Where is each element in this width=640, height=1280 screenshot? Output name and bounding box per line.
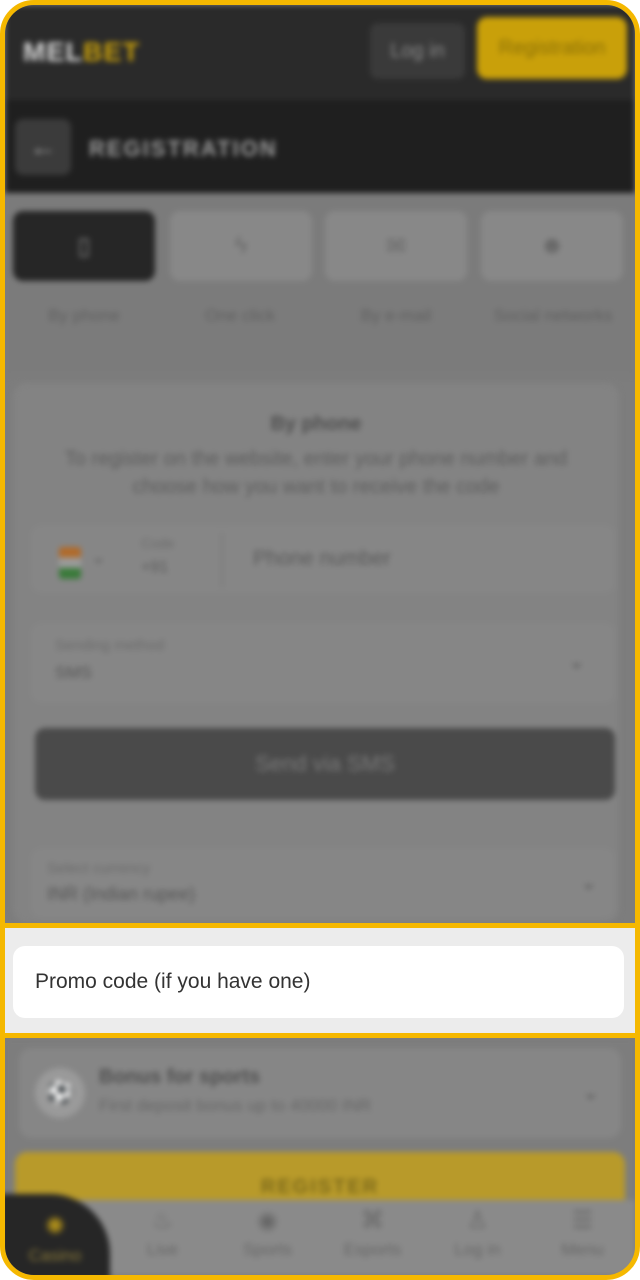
india-flag-icon[interactable] [59,547,81,579]
nav-label-live: Live [146,1240,179,1259]
tab-one-click[interactable]: ϟ [170,211,312,281]
nav-label-casino: Casino [28,1246,82,1265]
tab-label-by-email: By e-mail [360,306,432,325]
phone-number-input[interactable]: Phone number [253,547,391,571]
page-title: REGISTRATION [89,136,278,161]
tab-social-networks[interactable]: ☻ [481,211,623,281]
nav-item-esports[interactable]: ⌘ Esports [320,1206,425,1272]
code-label: Code [141,535,175,551]
chevron-down-icon: ⌄ [568,651,585,673]
chevron-down-icon[interactable]: ⌄ [91,547,106,568]
currency-select[interactable]: Select currency INR (Indian rupee) ⌄ [31,848,615,918]
form-description: To register on the website, enter your p… [64,448,568,498]
tab-by-phone[interactable]: ▯ [13,211,155,281]
registration-method-tabs: ▯ ϟ ✉ ☻ By phone One click By e-mail Soc… [5,193,635,375]
promo-highlight-band: Promo code (if you have one) [5,923,635,1038]
promo-code-placeholder: Promo code (if you have one) [35,970,311,993]
nav-item-login[interactable]: ♙ Log in [425,1206,530,1272]
phone-frame: MELBET Log in Registration ← REGISTRATIO… [0,0,640,1280]
send-sms-button[interactable]: Send via SMS [35,728,615,800]
sending-method-value: SMS [55,663,92,682]
phone-input-row: ⌄ Code +91 Phone number [31,525,615,593]
lightning-icon: ϟ [234,232,248,259]
registration-button[interactable]: Registration [477,17,627,79]
nav-item-live[interactable]: ♨ Live [110,1206,215,1272]
soccer-ball-icon: ⚽ [35,1068,85,1118]
sending-method-label: Sending method [55,637,165,654]
country-code-box[interactable]: Code +91 [133,533,223,587]
logo-text-left: MEL [23,37,83,67]
gamepad-icon: ⌘ [360,1207,385,1234]
bonus-select[interactable]: ⚽ Bonus for sports First deposit bonus u… [19,1048,621,1138]
arrow-left-icon: ← [29,131,57,162]
user-icon: ♙ [466,1207,489,1234]
bonus-subtitle: First deposit bonus up to 40000 INR [99,1096,372,1115]
casino-icon: ✺ [44,1213,66,1240]
tab-label-by-phone: By phone [48,306,120,325]
blurred-background: MELBET Log in Registration ← REGISTRATIO… [5,5,635,1275]
promo-code-input[interactable]: Promo code (if you have one) [13,946,624,1018]
nav-item-sports[interactable]: ◉ Sports [215,1206,320,1272]
envelope-icon: ✉ [385,232,407,260]
tab-by-email[interactable]: ✉ [325,211,467,281]
logo-text-right: BET [83,37,140,67]
bottom-navigation: ✺ Casino ♨ Live ◉ Sports ⌘ Esports ♙ Log… [5,1194,635,1275]
registration-form-card: By phone To register on the website, ent… [13,383,619,923]
tab-label-one-click: One click [205,306,275,325]
currency-label: Select currency [47,860,151,877]
ball-icon: ◉ [257,1207,278,1234]
code-value: +91 [141,559,169,576]
sending-method-select[interactable]: Sending method SMS ⌄ [31,623,615,703]
melbet-logo[interactable]: MELBET [23,37,140,68]
form-title: By phone [270,413,362,435]
chevron-down-icon: ⌄ [580,872,597,894]
bonus-title: Bonus for sports [99,1066,261,1088]
nav-label-menu: Menu [561,1240,604,1259]
login-button[interactable]: Log in [370,23,465,79]
flame-icon: ♨ [151,1207,174,1234]
phone-icon: ▯ [77,232,91,260]
nav-label-sports: Sports [242,1240,293,1259]
menu-icon: ☰ [571,1207,594,1234]
page-subheader: ← REGISTRATION [5,100,635,193]
social-icon: ☻ [539,232,565,259]
back-button[interactable]: ← [15,119,71,175]
nav-item-casino[interactable]: ✺ Casino [5,1194,110,1275]
nav-label-esports: Esports [343,1240,402,1259]
nav-item-menu[interactable]: ☰ Menu [530,1206,635,1272]
nav-label-login: Log in [454,1240,501,1259]
tab-label-social: Social networks [493,306,613,325]
chevron-down-icon: ⌄ [582,1082,599,1104]
top-header: MELBET Log in Registration [5,5,635,100]
currency-value: INR (Indian rupee) [47,884,196,904]
